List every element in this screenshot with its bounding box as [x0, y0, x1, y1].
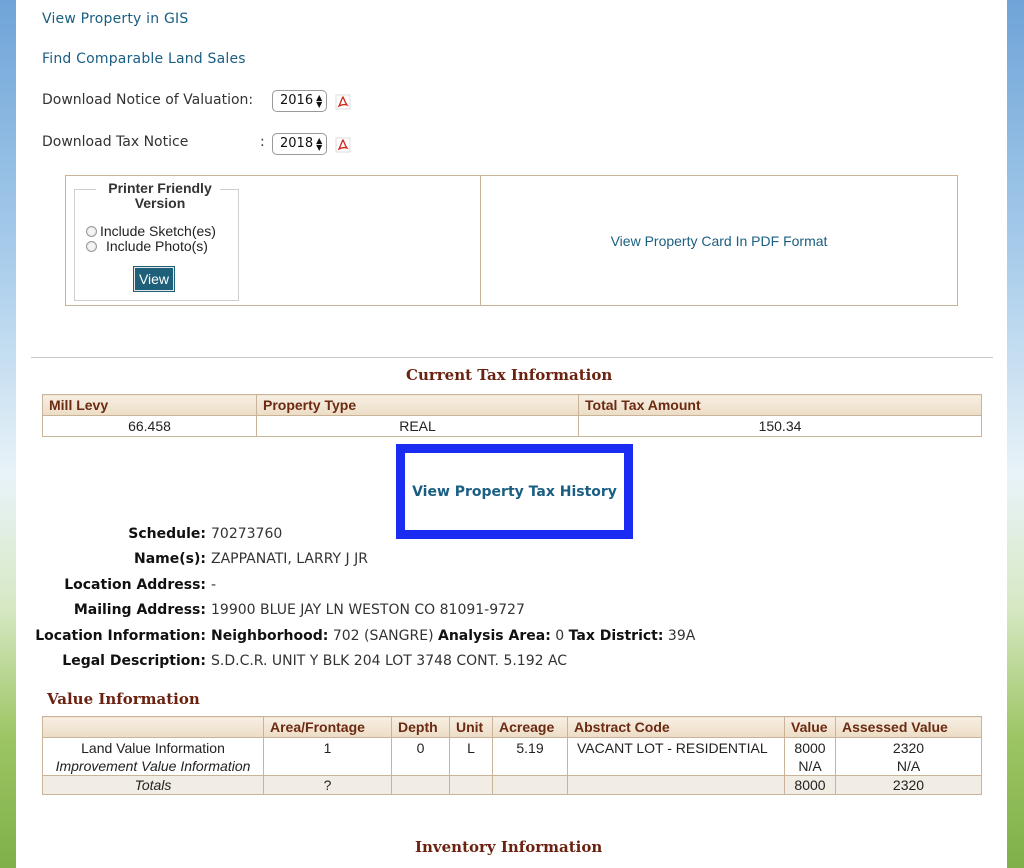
photo-label: Include Photo(s): [106, 238, 208, 254]
location-address-row: Location Address: -: [16, 577, 216, 593]
value-info-title: Value Information: [47, 690, 200, 708]
totals-row: Totals ? 8000 2320: [42, 775, 982, 795]
tax-notice-label: Download Tax Notice: [42, 134, 189, 150]
current-tax-table: Mill Levy Property Type Total Tax Amount…: [42, 394, 982, 437]
neighborhood-label: Neighborhood:: [211, 628, 329, 644]
legal-description-value: S.D.C.R. UNIT Y BLK 204 LOT 3748 CONT. 5…: [211, 653, 568, 669]
legal-description-label: Legal Description:: [62, 653, 206, 669]
schedule-value: 70273760: [211, 526, 283, 542]
current-tax-title: Current Tax Information: [406, 366, 613, 384]
location-info-value: Neighborhood: 702 (SANGRE) Analysis Area…: [211, 628, 695, 644]
mill-levy-value: 66.458: [42, 415, 257, 437]
land-value-label: Land Value Information: [81, 740, 225, 756]
tax-year-value: 2018: [280, 136, 314, 151]
table-row: Land Value Information Improvement Value…: [42, 737, 982, 776]
pdf-icon[interactable]: [335, 137, 351, 153]
tax-notice-colon: :: [260, 134, 265, 150]
sketch-radio[interactable]: [86, 225, 97, 237]
schedule-row: Schedule: 70273760: [16, 526, 282, 542]
select-arrows-icon: ▲ ▼: [316, 136, 323, 152]
tax-district-value: 39A: [667, 628, 696, 644]
land-abstract-code-value: VACANT LOT - RESIDENTIAL: [567, 737, 785, 776]
property-tax-history-link[interactable]: View Property Tax History: [412, 484, 617, 500]
land-acreage-value: 5.19: [492, 737, 568, 776]
unit-header: Unit: [449, 716, 493, 738]
include-photo-option[interactable]: Include Photo(s): [86, 238, 208, 254]
location-address-value: -: [211, 577, 217, 593]
land-value-amount: 8000: [794, 740, 826, 756]
location-info-label: Location Information:: [35, 628, 206, 644]
location-address-label: Location Address:: [64, 577, 206, 593]
printer-legend: Printer Friendly Version: [100, 181, 220, 211]
valuation-year-value: 2016: [280, 93, 314, 108]
tax-district-label: Tax District:: [568, 628, 664, 644]
improvement-assessed-amount: N/A: [896, 758, 921, 774]
comparable-land-sales-link[interactable]: Find Comparable Land Sales: [42, 51, 246, 67]
names-row: Name(s): ZAPPANATI, LARRY J JR: [16, 551, 368, 567]
valuation-notice-label: Download Notice of Valuation:: [42, 92, 254, 108]
analysis-area-value: 0: [555, 628, 565, 644]
view-in-gis-link[interactable]: View Property in GIS: [42, 11, 188, 27]
land-area-value: 1: [263, 737, 392, 776]
mailing-address-label: Mailing Address:: [73, 602, 206, 618]
mailing-address-value: 19900 BLUE JAY LN WESTON CO 81091-9727: [211, 602, 525, 618]
inventory-info-title: Inventory Information: [415, 838, 603, 856]
include-sketch-option[interactable]: Include Sketch(es): [86, 223, 216, 239]
property-type-value: REAL: [256, 415, 579, 437]
totals-value-amount: 8000: [784, 775, 836, 795]
total-tax-header: Total Tax Amount: [578, 394, 982, 416]
land-assessed-amount: 2320: [892, 740, 925, 756]
mailing-address-row: Mailing Address: 19900 BLUE JAY LN WESTO…: [16, 602, 525, 618]
value-header: Value: [784, 716, 836, 738]
names-label: Name(s):: [134, 551, 206, 567]
land-unit-value: L: [449, 737, 493, 776]
assessed-value-header: Assessed Value: [835, 716, 982, 738]
view-button[interactable]: View: [133, 266, 175, 292]
abstract-code-header: Abstract Code: [567, 716, 785, 738]
tax-year-select[interactable]: 2018 ▲ ▼: [272, 133, 328, 155]
printer-fieldset: Printer Friendly Version Include Sketch(…: [74, 181, 239, 301]
legal-description-row: Legal Description: S.D.C.R. UNIT Y BLK 2…: [16, 653, 567, 669]
total-tax-value: 150.34: [578, 415, 982, 437]
valuation-year-select[interactable]: 2016 ▲ ▼: [272, 90, 328, 112]
depth-header: Depth: [391, 716, 450, 738]
improvement-value-label: Improvement Value Information: [55, 758, 251, 774]
photo-radio[interactable]: [86, 240, 97, 252]
totals-assessed-amount: 2320: [835, 775, 982, 795]
land-depth-value: 0: [391, 737, 450, 776]
acreage-header: Acreage: [492, 716, 568, 738]
improvement-value-amount: N/A: [798, 758, 822, 774]
pdf-icon[interactable]: [335, 94, 351, 110]
printer-friendly-box: Printer Friendly Version Include Sketch(…: [65, 175, 958, 306]
section-divider: [31, 357, 993, 358]
schedule-label: Schedule:: [128, 526, 206, 542]
printer-options-panel: Printer Friendly Version Include Sketch(…: [66, 176, 481, 305]
property-type-header: Property Type: [256, 394, 579, 416]
mill-levy-header: Mill Levy: [42, 394, 257, 416]
neighborhood-value: 702 (SANGRE): [332, 628, 434, 644]
tax-history-highlight: View Property Tax History: [396, 444, 633, 539]
location-info-row: Location Information: Neighborhood: 702 …: [16, 628, 695, 644]
pdf-format-panel: View Property Card In PDF Format: [481, 176, 957, 305]
totals-area-value: ?: [263, 775, 392, 795]
page-content: View Property in GIS Find Comparable Lan…: [16, 0, 1007, 868]
sketch-label: Include Sketch(es): [100, 223, 216, 239]
names-value: ZAPPANATI, LARRY J JR: [211, 551, 368, 567]
blank-header: [42, 716, 264, 738]
select-arrows-icon: ▲ ▼: [316, 93, 323, 109]
value-info-table: Area/Frontage Depth Unit Acreage Abstrac…: [42, 716, 982, 795]
property-card-pdf-link[interactable]: View Property Card In PDF Format: [611, 233, 828, 249]
totals-label: Totals: [42, 775, 264, 795]
analysis-area-label: Analysis Area:: [438, 628, 551, 644]
area-frontage-header: Area/Frontage: [263, 716, 392, 738]
